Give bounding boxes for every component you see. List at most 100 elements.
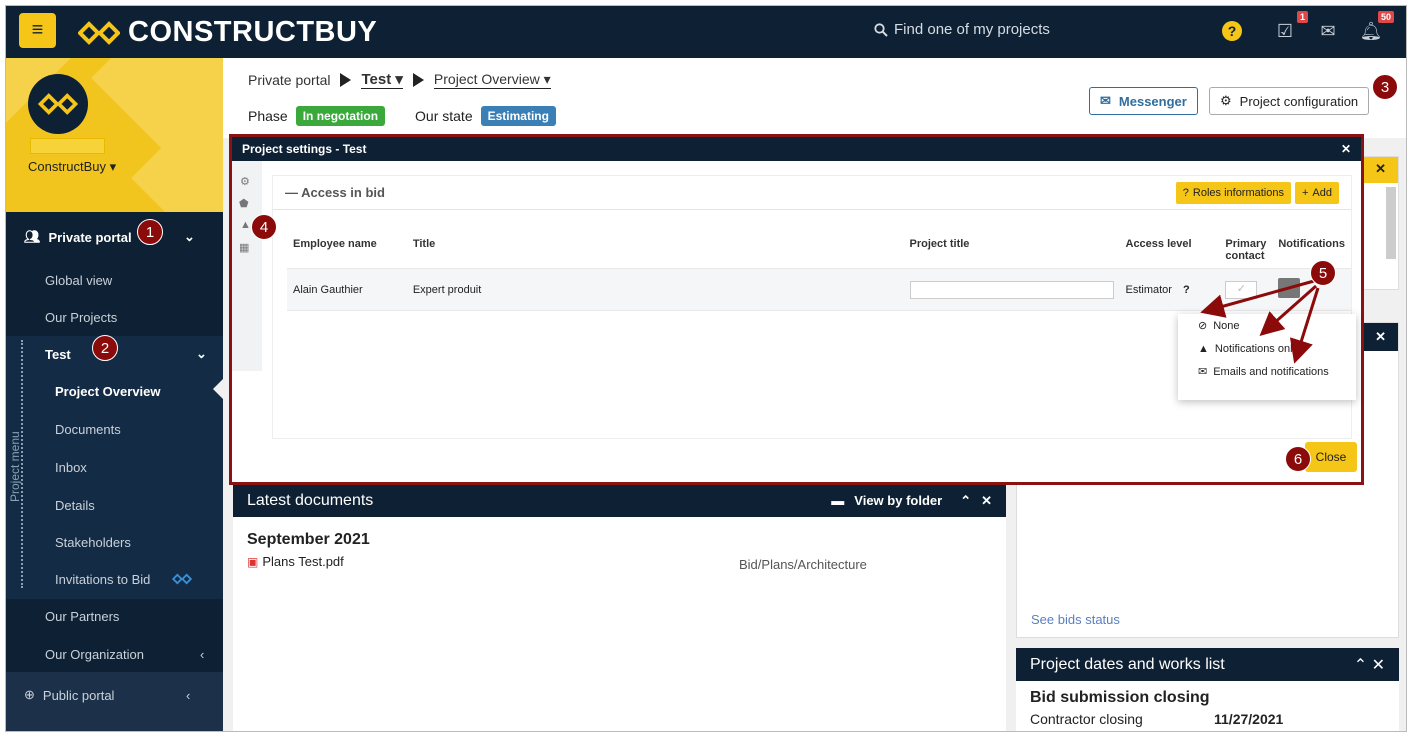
notifications-dropdown: ⊘ None ▲ Notifications only ✉ Emails and no…: [1178, 314, 1356, 400]
project-settings-modal: Project settings - Test ✕ ⚙ ⬟ ▲ ▦ — Acce…: [229, 134, 1364, 485]
see-bids-status-link[interactable]: See bids status: [1031, 612, 1120, 627]
document-link[interactable]: Plans Test.pdf: [262, 554, 343, 569]
breadcrumb: Private portal Test ▾ Project Overview ▾: [248, 70, 551, 89]
dropdown-option-none[interactable]: ⊘ None: [1178, 314, 1356, 337]
roles-informations-button[interactable]: ? Roles informations: [1175, 181, 1291, 204]
section-title: Access in bid: [301, 185, 385, 200]
primary-contact-checkbox[interactable]: ✓: [1225, 280, 1258, 299]
sidebar-item-label: Private portal: [48, 229, 132, 245]
top-bar: ≡ CONSTRUCTBUY Find one of my projects ?…: [6, 6, 1406, 58]
sidebar-item-label: Documents: [55, 421, 121, 437]
state-badge: Estimating: [480, 106, 556, 126]
document-path: Bid/Plans/Architecture: [739, 557, 867, 572]
access-table: Employee name Title Project title Access…: [287, 232, 1351, 311]
dates-heading: Bid submission closing: [1030, 689, 1210, 706]
hamburger-menu-button[interactable]: ≡: [19, 13, 56, 48]
search-placeholder: Find one of my projects: [894, 21, 1050, 38]
sidebar-item-details[interactable]: Details: [6, 486, 223, 524]
chevron-down-icon: ⌄: [196, 346, 207, 361]
breadcrumb-page[interactable]: Project Overview ▾: [433, 71, 551, 89]
dropdown-option-emails-notifications[interactable]: ✉ Emails and notifications: [1178, 360, 1356, 383]
question-circle-icon: ?: [1183, 283, 1190, 296]
constructbuy-logo-icon: [38, 93, 78, 115]
project-search[interactable]: Find one of my projects: [874, 21, 1050, 38]
breadcrumb-project[interactable]: Test ▾: [361, 70, 403, 89]
roles-label: Roles informations: [1192, 186, 1284, 199]
search-icon: [874, 22, 888, 37]
sidebar-item-private-portal[interactable]: 👥︎ Private portal ⌄: [6, 218, 223, 256]
sidebar-item-documents[interactable]: Documents: [6, 410, 223, 448]
project-title-input[interactable]: [909, 280, 1114, 299]
col-access-level: Access level: [1125, 238, 1192, 250]
sidebar-item-label: Public portal: [42, 687, 115, 703]
sidebar: ConstructBuy ▾ 👥︎ Private portal ⌄ Globa…: [6, 58, 224, 731]
callout-1: 1: [137, 219, 163, 245]
scrollbar[interactable]: [1386, 187, 1396, 259]
col-employee: Employee name: [293, 238, 377, 250]
collapse-close-icons[interactable]: ⌃ ✕: [1354, 655, 1385, 675]
view-by-folder-button[interactable]: View by folder: [854, 493, 942, 508]
ban-icon: ⊘: [1198, 320, 1208, 332]
close-button[interactable]: Close: [1305, 442, 1357, 472]
constructbuy-logo-icon: [172, 573, 192, 585]
organization-name: ConstructBuy: [28, 159, 107, 174]
sidebar-item-our-organization[interactable]: Our Organization ‹: [6, 635, 223, 673]
sidebar-item-label: Test: [45, 346, 71, 362]
sidebar-item-project-overview[interactable]: Project Overview: [6, 372, 223, 410]
sidebar-item-our-projects[interactable]: Our Projects: [6, 298, 223, 336]
collapse-icon[interactable]: ⌃: [960, 493, 971, 509]
organization-switcher[interactable]: ConstructBuy ▾: [28, 159, 116, 175]
sidebar-item-global-view[interactable]: Global view: [6, 261, 223, 299]
dropdown-option-notifications-only[interactable]: ▲ Notifications only: [1178, 337, 1356, 360]
app-name: CONSTRUCTBUY: [128, 16, 378, 48]
sidebar-item-our-partners[interactable]: Our Partners: [6, 597, 223, 635]
caret-down-icon: ▾: [109, 159, 117, 174]
close-icon[interactable]: ✕: [981, 493, 992, 509]
sidebar-item-label: Invitations to Bid: [55, 571, 151, 587]
phase-badge: In negotation: [295, 106, 386, 126]
organization-logo: [28, 74, 88, 134]
messenger-button[interactable]: ✉ Messenger: [1089, 87, 1198, 115]
modal-body: ⚙ ⬟ ▲ ▦ — Access in bid ? Roles informati…: [232, 161, 1361, 482]
project-dates-header: Project dates and works list ⌃ ✕: [1016, 648, 1399, 681]
bell-icon[interactable]: 🔔︎ 50: [1360, 11, 1394, 42]
panel-header: — Access in bid ? Roles informations + Add: [273, 176, 1351, 210]
col-title: Title: [412, 238, 436, 250]
sidebar-item-inbox[interactable]: Inbox: [6, 448, 223, 486]
col-project-title: Project title: [909, 238, 970, 250]
option-label: None: [1213, 319, 1240, 332]
section-title-row[interactable]: — Access in bid: [285, 185, 385, 200]
sidebar-item-public-portal[interactable]: ⊕ Public portal ‹: [6, 676, 223, 714]
state-label: Our state: [415, 108, 473, 124]
help-icon[interactable]: ?: [1222, 21, 1242, 41]
breadcrumb-root[interactable]: Private portal: [248, 72, 330, 88]
document-month: September 2021: [247, 531, 370, 548]
envelope-icon: ✉: [1100, 93, 1111, 108]
users-icon: 👥︎: [24, 229, 41, 244]
bell-icon[interactable]: ▲: [240, 219, 251, 231]
cell-title: Expert produit: [406, 268, 904, 311]
mail-icon[interactable]: ✉: [1317, 20, 1339, 42]
sidebar-item-invitations[interactable]: Invitations to Bid: [6, 560, 223, 598]
calendar-icon[interactable]: ☑ 1: [1274, 11, 1308, 42]
tag-icon[interactable]: ⬟: [239, 197, 249, 210]
constructbuy-logo-icon: [78, 20, 120, 45]
close-icon[interactable]: ✕: [1341, 142, 1351, 156]
sidebar-item-label: Inbox: [55, 459, 87, 475]
app-logo[interactable]: CONSTRUCTBUY: [78, 16, 377, 49]
grid-icon[interactable]: ▦: [239, 241, 249, 254]
cell-primary-contact: ✓: [1219, 268, 1273, 311]
latest-documents-title: Latest documents: [247, 491, 374, 509]
chevron-left-icon: ‹: [200, 646, 205, 662]
project-configuration-button[interactable]: ⚙ Project configuration: [1209, 87, 1370, 115]
bell-icon: ▲: [1198, 342, 1209, 355]
notifications-dropdown-button[interactable]: [1278, 278, 1301, 298]
breadcrumb-project-label: Test: [361, 71, 392, 88]
phase-label: Phase: [248, 108, 288, 124]
gear-icon[interactable]: ⚙: [240, 175, 250, 188]
sidebar-item-label: Global view: [45, 272, 113, 288]
sidebar-item-stakeholders[interactable]: Stakeholders: [6, 523, 223, 561]
project-dates-widget: Project dates and works list ⌃ ✕ Bid sub…: [1016, 648, 1399, 731]
table-row: Alain Gauthier Expert produit Estimator …: [287, 268, 1351, 311]
add-button[interactable]: + Add: [1294, 181, 1339, 204]
